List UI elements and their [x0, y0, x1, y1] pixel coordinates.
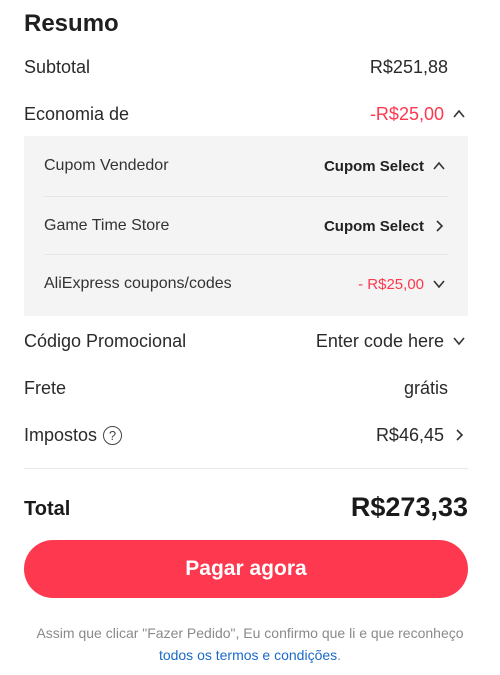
disclaimer-end: . — [337, 647, 342, 663]
chevron-up-icon[interactable] — [450, 105, 468, 123]
subtotal-label: Subtotal — [24, 56, 91, 77]
taxes-label: Impostos — [24, 424, 98, 445]
divider — [44, 254, 448, 255]
promo-code-label: Código Promocional — [24, 330, 187, 351]
savings-value: -R$25,00 — [369, 103, 444, 124]
coupon-store-value: Cupom Select — [323, 217, 424, 235]
total-label: Total — [24, 498, 71, 520]
pay-now-button[interactable]: Pagar agora — [24, 540, 468, 598]
savings-label: Economia de — [24, 103, 130, 124]
chevron-down-icon[interactable] — [430, 275, 448, 293]
divider — [44, 196, 448, 197]
coupon-aliexpress-value: - R$25,00 — [358, 275, 424, 293]
chevron-up-icon[interactable] — [430, 157, 448, 175]
shipping-row: Frete grátis — [24, 374, 468, 402]
chevron-right-icon[interactable] — [450, 426, 468, 444]
disclaimer-text: Assim que clicar "Fazer Pedido", Eu conf… — [36, 625, 464, 641]
summary-title: Resumo — [24, 10, 119, 37]
help-icon[interactable]: ? — [103, 425, 123, 445]
coupon-seller-label: Cupom Vendedor — [44, 157, 169, 174]
coupon-panel: Cupom Vendedor Cupom Select Game Time St… — [24, 136, 468, 316]
promo-code-input[interactable]: Enter code here — [316, 331, 444, 352]
shipping-label: Frete — [24, 377, 67, 398]
chevron-down-icon[interactable] — [450, 332, 468, 350]
coupon-seller-value: Cupom Select — [323, 157, 424, 175]
coupon-aliexpress-label: AliExpress coupons/codes — [44, 275, 232, 292]
subtotal-value: R$251,88 — [369, 56, 448, 77]
subtotal-row: Subtotal R$251,88 — [24, 53, 468, 81]
coupon-row-store[interactable]: Game Time Store Cupom Select — [44, 206, 448, 246]
chevron-right-icon[interactable] — [430, 217, 448, 235]
divider — [24, 468, 468, 469]
disclaimer: Assim que clicar "Fazer Pedido", Eu conf… — [24, 622, 476, 666]
coupon-store-label: Game Time Store — [44, 217, 170, 234]
coupon-row-aliexpress[interactable]: AliExpress coupons/codes - R$25,00 — [44, 264, 448, 304]
terms-link[interactable]: todos os termos e condições — [159, 647, 337, 663]
shipping-value: grátis — [403, 377, 448, 398]
taxes-value: R$46,45 — [375, 424, 444, 445]
coupon-row-seller[interactable]: Cupom Vendedor Cupom Select — [44, 146, 448, 186]
promo-code-row[interactable]: Código Promocional Enter code here — [24, 327, 468, 355]
taxes-row[interactable]: Impostos ? R$46,45 — [24, 421, 468, 449]
total-value: R$273,33 — [350, 492, 468, 522]
savings-row[interactable]: Economia de -R$25,00 — [24, 100, 468, 128]
